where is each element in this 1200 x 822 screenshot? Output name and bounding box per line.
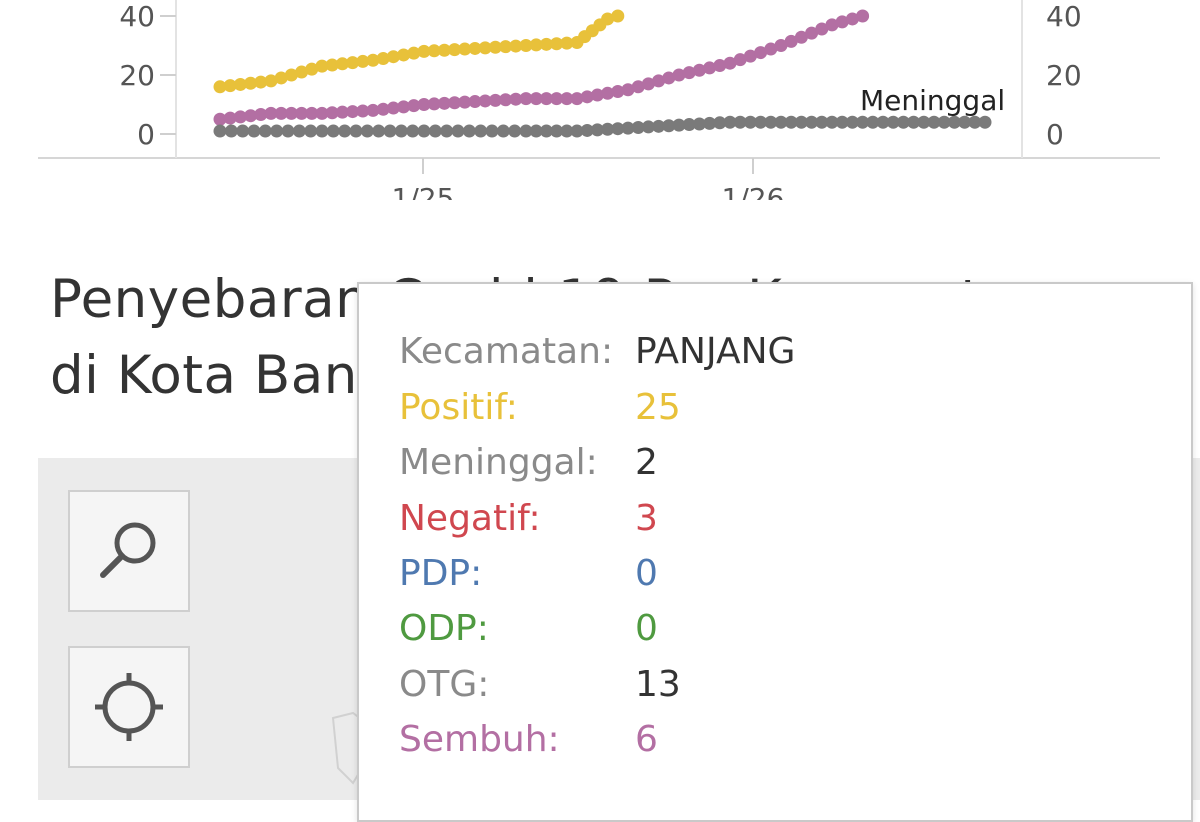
tooltip-row-otg: OTG: 13 [399,663,681,707]
series-point[interactable] [462,124,476,138]
y-tick-label-left: 0 [137,118,155,151]
series-point[interactable] [338,124,352,138]
tooltip-value: 0 [635,553,658,594]
tooltip-label: Positif: [399,387,518,428]
series-point[interactable] [474,124,488,138]
map-locate-button[interactable] [68,646,190,768]
y-tick-label-right: 20 [1046,59,1082,92]
tooltip-value: PANJANG [635,331,796,372]
y-tick-label-right: 0 [1046,118,1064,151]
series-point[interactable] [292,124,306,138]
y-tick-label-left: 40 [119,0,155,33]
series-point[interactable] [213,124,227,138]
series-point[interactable] [611,9,625,23]
series-point[interactable] [236,124,250,138]
series-point[interactable] [496,124,510,138]
crosshair-icon [95,673,163,741]
x-tick-label: 1/25 [392,182,455,200]
tooltip-label: PDP: [399,553,483,594]
series-point[interactable] [428,124,442,138]
tooltip-label: OTG: [399,664,490,705]
series-point[interactable] [349,124,363,138]
series-annotation-meninggal: Meninggal [860,84,1005,117]
series-point[interactable] [406,124,420,138]
series-point[interactable] [383,124,397,138]
series-point[interactable] [258,124,272,138]
x-tick-label: 1/26 [722,182,785,200]
series-point[interactable] [304,124,318,138]
y-tick-label-right: 40 [1046,0,1082,33]
series-point[interactable] [856,9,870,23]
series-point[interactable] [281,124,295,138]
tooltip-value: 13 [635,664,681,705]
series-point[interactable] [440,124,454,138]
tooltip-label: ODP: [399,608,489,649]
tooltip-row-sembuh: Sembuh: 6 [399,718,658,762]
tooltip-value: 25 [635,387,681,428]
search-icon [100,522,156,578]
tooltip-row-negatif: Negatif: 3 [399,497,658,541]
map-search-button[interactable] [68,490,190,612]
tooltip-value: 0 [635,608,658,649]
tooltip-row-kecamatan: Kecamatan: PANJANG [399,330,795,374]
tooltip-row-pdp: PDP: 0 [399,552,658,596]
tooltip-value: 2 [635,442,658,483]
tooltip-label: Kecamatan: [399,331,614,372]
series-point[interactable] [360,124,374,138]
series-point[interactable] [315,124,329,138]
series-point[interactable] [978,115,992,129]
tooltip-value: 6 [635,719,658,760]
series-point[interactable] [394,124,408,138]
tooltip-row-positif: Positif: 25 [399,386,681,430]
series-point[interactable] [372,124,386,138]
cases-line-chart: 0 20 40 0 20 40 1/25 1/26 Meninggal [38,0,1160,200]
y-tick-label-left: 20 [119,59,155,92]
district-tooltip: Kecamatan: PANJANG Positif: 25 Meninggal: 2… [357,282,1193,822]
series-point[interactable] [451,124,465,138]
series-point[interactable] [417,124,431,138]
series-point[interactable] [247,124,261,138]
tooltip-value: 3 [635,498,658,539]
series-point[interactable] [508,124,522,138]
series-point[interactable] [326,124,340,138]
tooltip-label: Negatif: [399,498,541,539]
tooltip-label: Meninggal: [399,442,598,483]
series-point[interactable] [224,124,238,138]
tooltip-row-meninggal: Meninggal: 2 [399,441,658,485]
series-point[interactable] [485,124,499,138]
tooltip-label: Sembuh: [399,719,560,760]
series-point[interactable] [270,124,284,138]
tooltip-row-odp: ODP: 0 [399,607,658,651]
